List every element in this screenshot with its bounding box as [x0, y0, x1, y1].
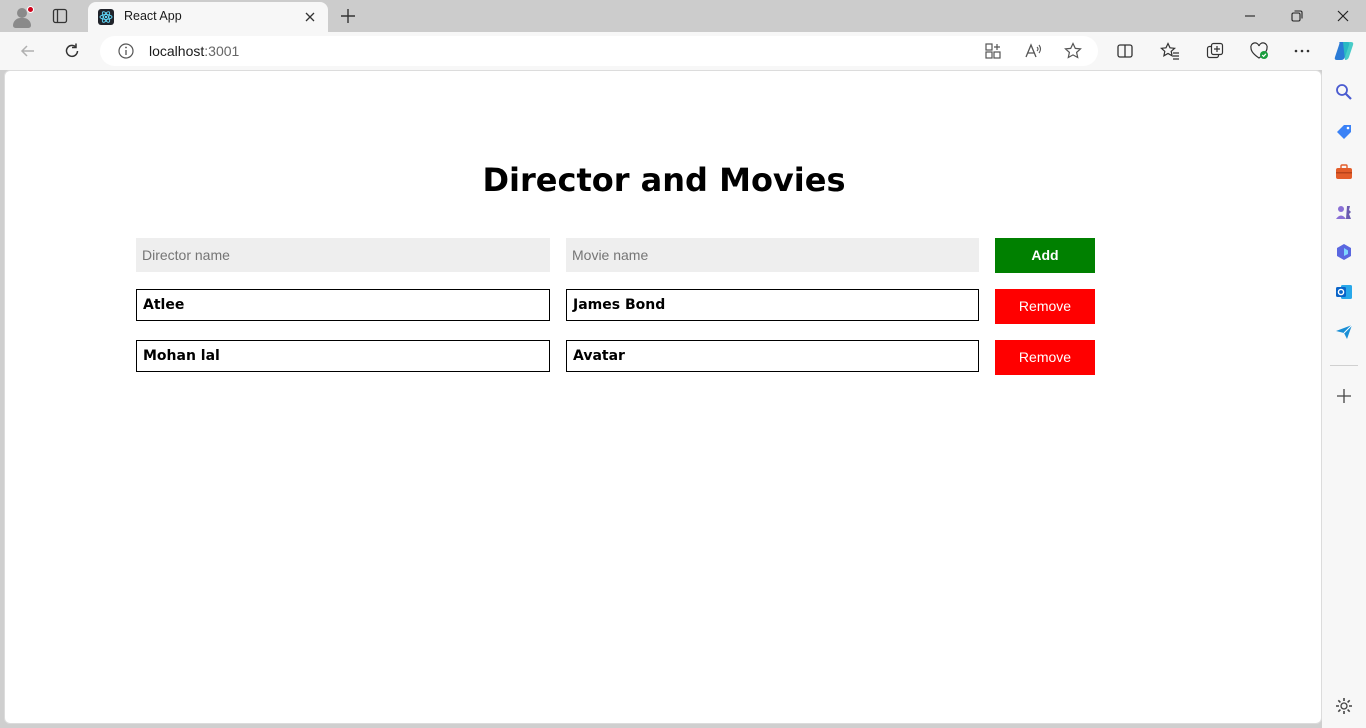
director-name-input[interactable]: Director name: [136, 238, 550, 272]
close-tab-icon[interactable]: [302, 9, 318, 25]
tab-actions-icon[interactable]: [52, 8, 68, 24]
remove-button[interactable]: Remove: [995, 340, 1095, 375]
back-icon[interactable]: [18, 41, 38, 61]
new-tab-icon[interactable]: [338, 6, 358, 26]
minimize-icon[interactable]: [1240, 6, 1260, 26]
tab-strip: React App: [0, 0, 1366, 32]
movie-name-input[interactable]: Movie name: [566, 238, 979, 272]
react-logo-icon: [98, 9, 114, 25]
add-sidebar-app-icon[interactable]: [1334, 386, 1354, 406]
browser-toolbar: localhost:3001: [0, 32, 1366, 70]
tab-react-app[interactable]: React App: [88, 2, 328, 32]
games-icon[interactable]: [1334, 202, 1354, 222]
remove-button[interactable]: Remove: [995, 289, 1095, 324]
microsoft-365-icon[interactable]: [1334, 242, 1354, 262]
movie-field[interactable]: James Bond: [566, 289, 979, 321]
outlook-icon[interactable]: [1334, 282, 1354, 302]
browser-essentials-icon[interactable]: [1249, 41, 1269, 61]
movie-field[interactable]: Avatar: [566, 340, 979, 372]
tab-title: React App: [124, 9, 182, 23]
collections-icon[interactable]: [1205, 41, 1225, 61]
send-icon[interactable]: [1334, 322, 1354, 342]
edge-sidebar: [1322, 70, 1366, 728]
tools-briefcase-icon[interactable]: [1334, 162, 1354, 182]
close-window-icon[interactable]: [1333, 6, 1353, 26]
more-options-icon[interactable]: [1292, 41, 1312, 61]
reload-icon[interactable]: [62, 41, 82, 61]
profile-avatar-icon[interactable]: [10, 5, 34, 29]
app-available-icon[interactable]: [983, 41, 1003, 61]
shopping-tag-icon[interactable]: [1334, 122, 1354, 142]
restore-icon[interactable]: [1287, 6, 1307, 26]
copilot-icon[interactable]: [1332, 39, 1356, 63]
sidebar-separator: [1330, 365, 1358, 366]
search-icon[interactable]: [1334, 82, 1354, 102]
director-field[interactable]: Mohan lal: [136, 340, 550, 372]
address-bar[interactable]: localhost:3001: [100, 36, 1098, 66]
split-screen-icon[interactable]: [1115, 41, 1135, 61]
site-info-icon[interactable]: [116, 41, 136, 61]
settings-gear-icon[interactable]: [1334, 696, 1354, 716]
favorites-icon[interactable]: [1160, 41, 1180, 61]
page-viewport: Director and Movies Director name Movie …: [4, 70, 1322, 724]
director-field[interactable]: Atlee: [136, 289, 550, 321]
url-text: localhost:3001: [149, 43, 240, 59]
add-button[interactable]: Add: [995, 238, 1095, 273]
read-aloud-icon[interactable]: [1023, 41, 1043, 61]
favorite-star-icon[interactable]: [1063, 41, 1083, 61]
page-title: Director and Movies: [482, 161, 846, 199]
